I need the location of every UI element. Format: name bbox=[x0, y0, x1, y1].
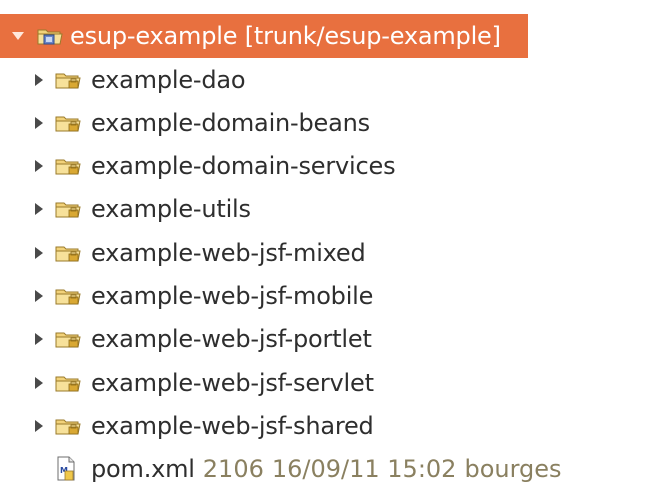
package-folder-icon bbox=[54, 68, 82, 92]
tree-item-example-dao[interactable]: example-dao bbox=[0, 58, 664, 101]
collapsed-arrow-icon bbox=[35, 73, 43, 86]
tree-item-example-domain-beans[interactable]: example-domain-beans bbox=[0, 101, 664, 144]
tree-item-label: example-domain-services bbox=[91, 152, 396, 181]
expand-toggle[interactable] bbox=[33, 419, 45, 433]
tree-item-esup-example[interactable]: esup-example [trunk/esup-example] bbox=[0, 14, 528, 58]
expand-toggle[interactable] bbox=[33, 116, 45, 130]
expand-toggle[interactable] bbox=[12, 29, 24, 43]
expand-toggle[interactable] bbox=[33, 332, 45, 346]
collapsed-arrow-icon bbox=[35, 160, 43, 173]
file-revision: 2106 bbox=[202, 455, 264, 484]
tree-item-label: example-web-jsf-mixed bbox=[91, 238, 366, 267]
tree-item-example-web-jsf-shared[interactable]: example-web-jsf-shared bbox=[0, 404, 664, 447]
expanded-arrow-icon bbox=[12, 32, 24, 40]
tree-item-label: example-web-jsf-shared bbox=[91, 411, 374, 440]
tree-item-label: example-web-jsf-portlet bbox=[91, 325, 372, 354]
collapsed-arrow-icon bbox=[35, 203, 43, 216]
package-folder-icon bbox=[54, 197, 82, 221]
collapsed-arrow-icon bbox=[35, 376, 43, 389]
expand-toggle[interactable] bbox=[33, 376, 45, 390]
collapsed-arrow-icon bbox=[35, 419, 43, 432]
project-explorer-tree: esup-example [trunk/esup-example] exampl… bbox=[0, 0, 664, 490]
collapsed-arrow-icon bbox=[35, 290, 43, 302]
collapsed-arrow-icon bbox=[35, 116, 43, 129]
expand-toggle[interactable] bbox=[33, 246, 45, 260]
tree-item-example-web-jsf-servlet[interactable]: example-web-jsf-servlet bbox=[0, 361, 664, 404]
tree-item-example-utils[interactable]: example-utils bbox=[0, 188, 664, 231]
tree-item-label: example-domain-beans bbox=[91, 108, 370, 137]
expand-toggle[interactable] bbox=[33, 289, 45, 303]
file-name: pom.xml bbox=[91, 455, 195, 484]
tree-item-pom-xml[interactable]: M pom.xml 2106 16/09/11 15:02 bourges bbox=[0, 448, 664, 490]
tree-item-label: example-web-jsf-mobile bbox=[91, 282, 374, 310]
tree-item-example-web-jsf-portlet[interactable]: example-web-jsf-portlet bbox=[0, 318, 664, 361]
tree-item-label: example-dao bbox=[91, 65, 246, 94]
tree-item-example-domain-services[interactable]: example-domain-services bbox=[0, 145, 664, 188]
tree-item-example-web-jsf-mobile[interactable]: example-web-jsf-mobile bbox=[0, 275, 664, 318]
file-label: pom.xml 2106 16/09/11 15:02 bourges bbox=[91, 455, 562, 483]
package-folder-icon bbox=[54, 241, 82, 265]
package-folder-icon bbox=[54, 327, 82, 351]
collapsed-arrow-icon bbox=[35, 333, 43, 346]
expand-toggle[interactable] bbox=[33, 73, 45, 87]
expand-toggle[interactable] bbox=[33, 159, 45, 173]
file-author: bourges bbox=[464, 455, 562, 484]
tree-item-example-web-jsf-mixed[interactable]: example-web-jsf-mixed bbox=[0, 231, 664, 274]
xml-file-icon: M bbox=[54, 456, 82, 481]
collapsed-arrow-icon bbox=[35, 246, 43, 259]
package-folder-icon bbox=[54, 371, 82, 395]
expand-toggle[interactable] bbox=[33, 202, 45, 216]
project-folder-icon bbox=[36, 24, 64, 48]
tree-item-label: example-utils bbox=[91, 195, 251, 224]
package-folder-icon bbox=[54, 154, 82, 178]
file-date: 16/09/11 15:02 bbox=[271, 455, 457, 484]
tree-item-label: example-web-jsf-servlet bbox=[91, 368, 374, 397]
package-folder-icon bbox=[54, 111, 82, 135]
package-folder-icon bbox=[54, 414, 82, 438]
tree-item-label: esup-example [trunk/esup-example] bbox=[70, 22, 501, 50]
package-folder-icon bbox=[54, 284, 82, 308]
